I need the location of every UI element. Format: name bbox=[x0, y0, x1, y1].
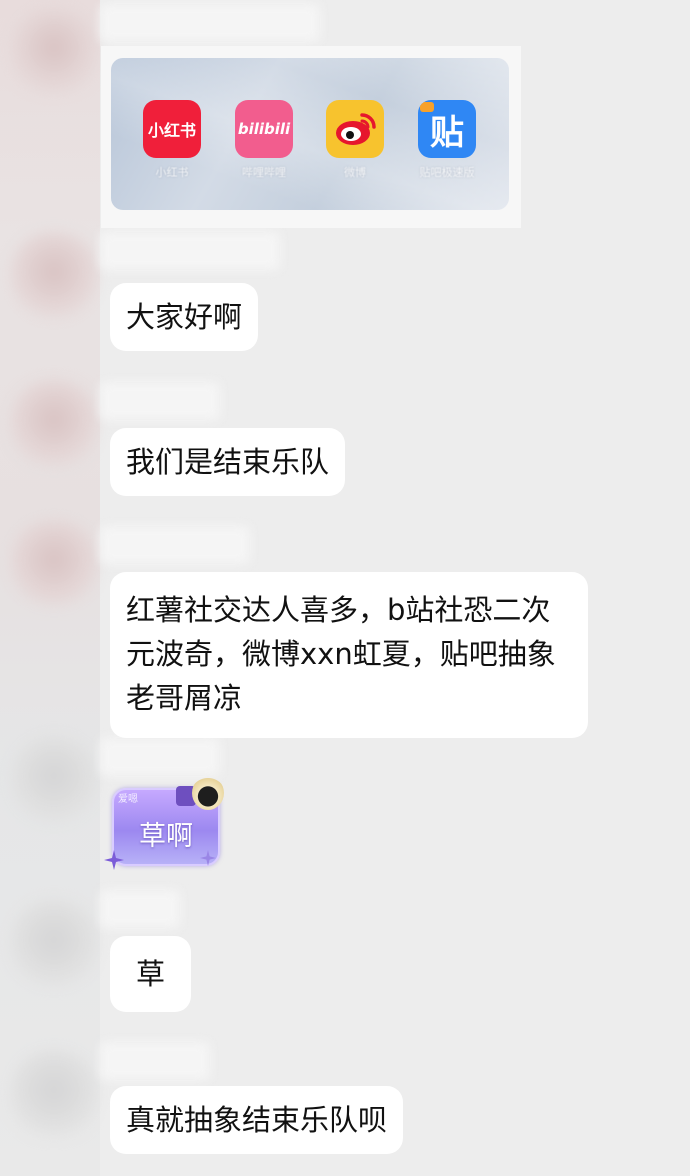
app-label: 哔哩哔哩 bbox=[242, 166, 286, 179]
message-text: 真就抽象结束乐队呗 bbox=[126, 1103, 388, 1137]
app-icons-screenshot[interactable]: 小红书 小红书 bilibili 哔哩哔哩 微博 贴 贴吧极速版 bbox=[111, 58, 509, 210]
avatar[interactable] bbox=[10, 232, 98, 320]
app-bilibili: bilibili 哔哩哔哩 bbox=[233, 100, 295, 180]
sender-nickname bbox=[100, 4, 320, 42]
sender-nickname bbox=[100, 382, 220, 420]
speed-badge-icon bbox=[420, 102, 434, 112]
avatar[interactable] bbox=[10, 8, 98, 96]
message-bubble[interactable]: 真就抽象结束乐队呗 bbox=[110, 1086, 404, 1154]
message-text: 我们是结束乐队 bbox=[126, 445, 330, 479]
tieba-icon: 贴 bbox=[418, 100, 476, 158]
message-bubble[interactable]: 草 bbox=[110, 936, 192, 1012]
app-weibo: 微博 bbox=[324, 100, 386, 180]
bilibili-icon: bilibili bbox=[235, 100, 293, 158]
avatar[interactable] bbox=[10, 380, 98, 468]
message-text-line: 红薯社交达人喜多，b站社恐二次 bbox=[126, 593, 551, 627]
app-xiaohongshu: 小红书 小红书 bbox=[141, 100, 203, 180]
message-text-line: 元波奇，微博xxn虹夏，贴吧抽象 bbox=[126, 637, 556, 671]
avatar[interactable] bbox=[10, 900, 98, 988]
weibo-icon bbox=[326, 100, 384, 158]
message-bubble[interactable]: 大家好啊 bbox=[110, 283, 259, 351]
sender-nickname bbox=[100, 890, 180, 928]
sparkle-icon bbox=[200, 850, 216, 866]
sparkle-icon bbox=[104, 850, 124, 870]
sticker-tag: 爱嗯 bbox=[118, 794, 138, 805]
message-text-line: 老哥屑凉 bbox=[126, 681, 243, 715]
sender-nickname bbox=[100, 526, 250, 564]
message-bubble[interactable]: 我们是结束乐队 bbox=[110, 428, 346, 496]
image-message[interactable]: 小红书 小红书 bilibili 哔哩哔哩 微博 贴 贴吧极速版 bbox=[101, 46, 521, 228]
xiaohongshu-icon: 小红书 bbox=[143, 100, 201, 158]
sender-nickname bbox=[100, 1042, 210, 1080]
app-label: 贴吧极速版 bbox=[419, 166, 475, 179]
sticker-message[interactable]: 爱嗯 草啊 bbox=[104, 776, 228, 874]
app-label: 微博 bbox=[344, 166, 366, 179]
app-tieba: 贴 贴吧极速版 bbox=[416, 100, 478, 180]
message-text: 草 bbox=[136, 957, 166, 991]
message-bubble[interactable]: 红薯社交达人喜多，b站社恐二次 元波奇，微博xxn虹夏，贴吧抽象 老哥屑凉 bbox=[110, 572, 588, 738]
sticker-text: 草啊 bbox=[139, 821, 193, 852]
avatar[interactable] bbox=[10, 1050, 98, 1138]
sender-nickname bbox=[100, 232, 280, 270]
avatar[interactable] bbox=[10, 736, 98, 824]
avatar[interactable] bbox=[10, 520, 98, 608]
message-text: 大家好啊 bbox=[126, 300, 243, 334]
onigiri-icon bbox=[192, 776, 224, 810]
sender-nickname bbox=[100, 738, 220, 776]
app-label: 小红书 bbox=[155, 166, 189, 179]
